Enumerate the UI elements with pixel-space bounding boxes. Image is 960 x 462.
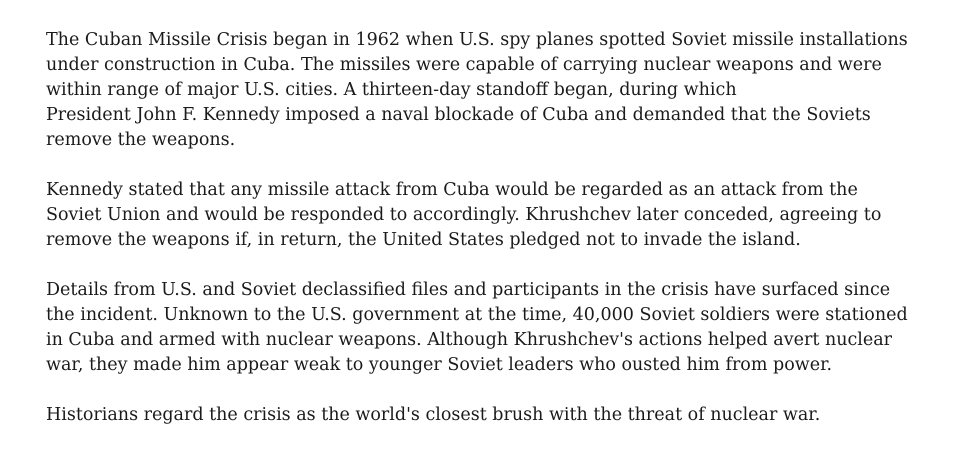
- text-line: remove the weapons.: [46, 130, 236, 150]
- text-line: Kennedy stated that any missile attack f…: [46, 180, 858, 200]
- text-line: under construction in Cuba. The missiles…: [46, 55, 882, 75]
- text-line: Soviet Union and would be responded to a…: [46, 205, 882, 225]
- text-line: in Cuba and armed with nuclear weapons. …: [46, 330, 893, 350]
- paragraph-3: Details from U.S. and Soviet declassifie…: [46, 278, 926, 378]
- text-line: within range of major U.S. cities. A thi…: [46, 80, 737, 100]
- text-line: The Cuban Missile Crisis began in 1962 w…: [46, 30, 908, 50]
- paragraph-4: Historians regard the crisis as the worl…: [46, 403, 926, 428]
- text-line: remove the weapons if, in return, the Un…: [46, 230, 801, 250]
- text-line: Details from U.S. and Soviet declassifie…: [46, 280, 891, 300]
- text-line: the incident. Unknown to the U.S. govern…: [46, 305, 908, 325]
- text-line: Historians regard the crisis as the worl…: [46, 405, 821, 425]
- paragraph-2: Kennedy stated that any missile attack f…: [46, 178, 926, 253]
- paragraph-1: The Cuban Missile Crisis began in 1962 w…: [46, 28, 926, 153]
- text-line: war, they made him appear weak to younge…: [46, 355, 833, 375]
- text-line: President John F. Kennedy imposed a nava…: [46, 105, 871, 125]
- document-body: The Cuban Missile Crisis began in 1962 w…: [46, 28, 926, 428]
